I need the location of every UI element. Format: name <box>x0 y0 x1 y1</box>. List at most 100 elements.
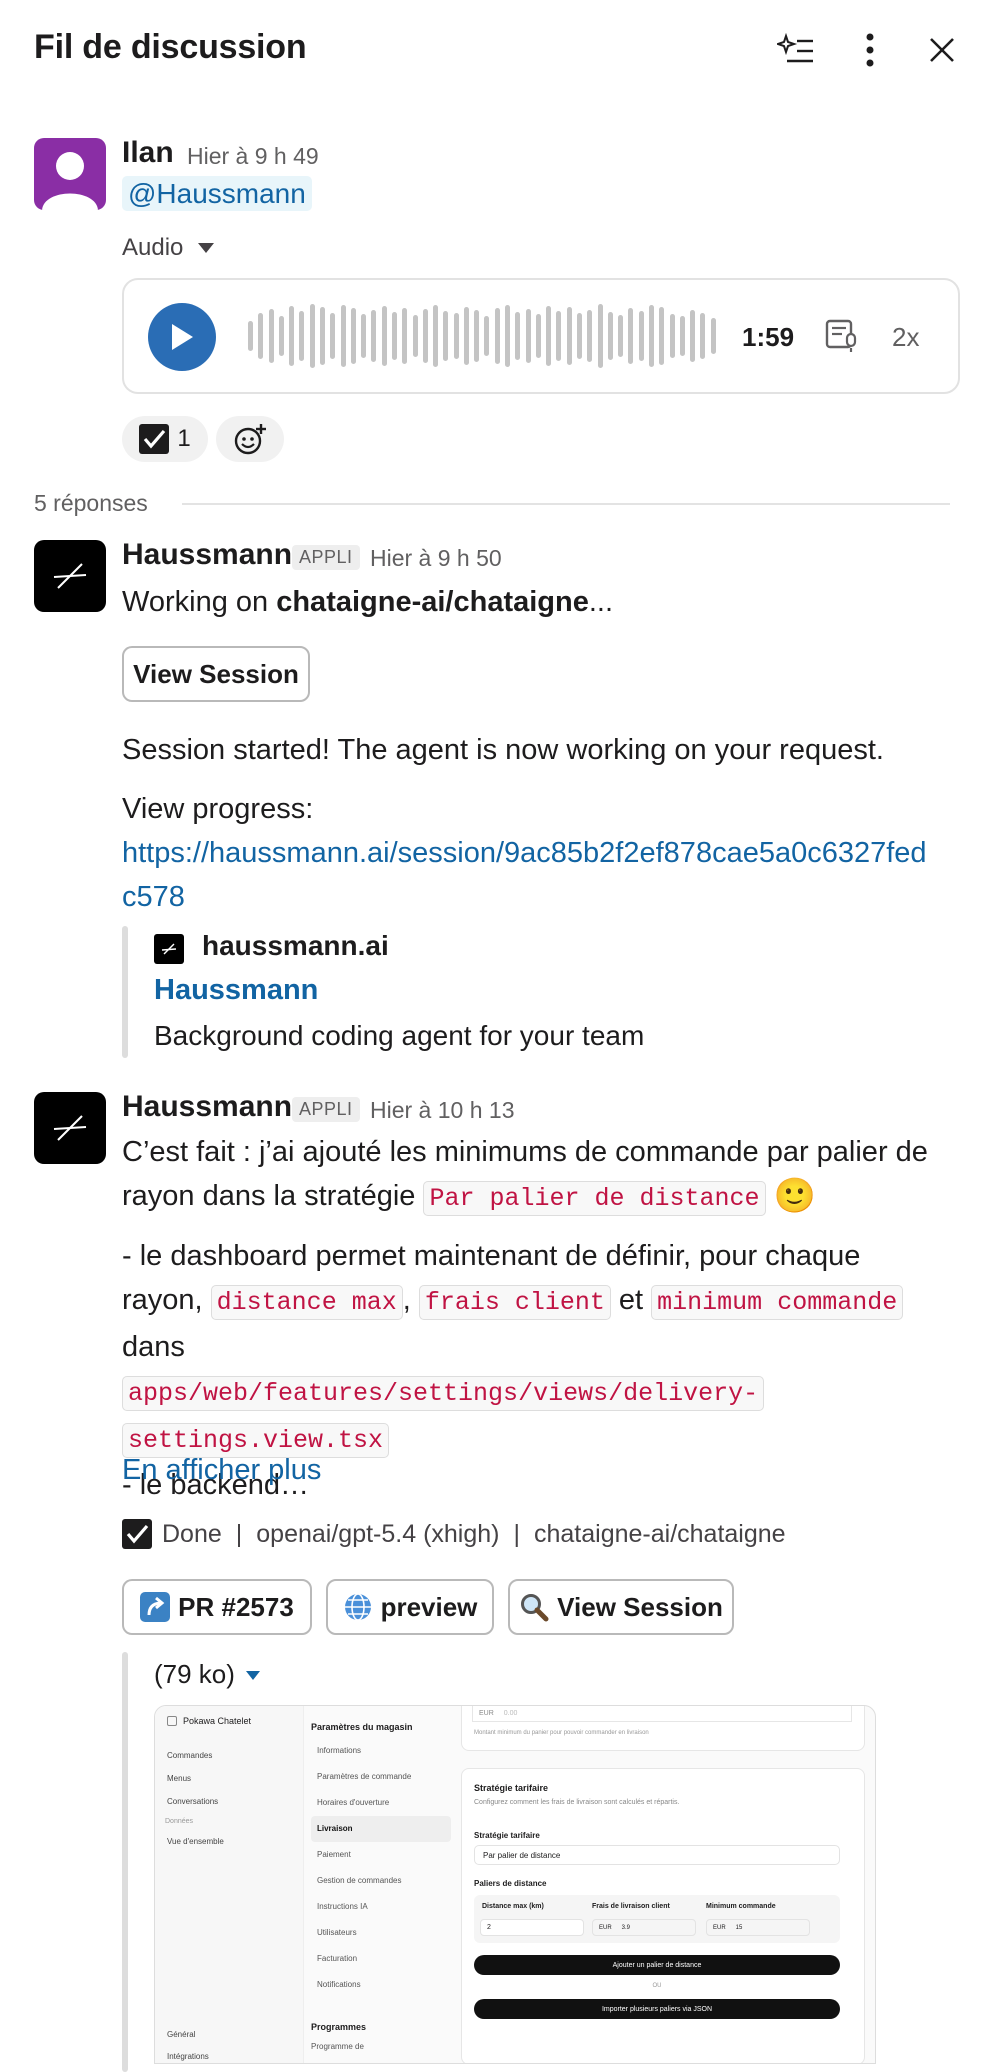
app-badge: APPLI <box>292 1097 360 1122</box>
strategy-card: Stratégie tarifaire Configurez comment l… <box>461 1768 865 2063</box>
waveform-bar <box>535 314 541 358</box>
nav-item: Intégrations <box>167 2052 209 2061</box>
progress-link[interactable]: https://haussmann.ai/session/9ac85b2f2ef… <box>122 831 927 919</box>
store-nav-bottom: Général Intégrations <box>167 2024 209 2063</box>
author-name[interactable]: Ilan <box>122 136 174 170</box>
waveform-bar <box>690 310 696 362</box>
unfurl-bar <box>122 926 128 1058</box>
haussmann-logo-icon <box>53 563 87 589</box>
check-box-icon <box>122 1519 152 1549</box>
waveform-bar <box>381 306 387 366</box>
waveform-bar <box>669 314 675 358</box>
minimum-card: EUR 0.00 Montant minimum du panier pour p… <box>461 1706 865 1751</box>
message-timestamp[interactable]: Hier à 9 h 49 <box>187 143 319 170</box>
audio-label: Audio <box>122 234 184 261</box>
waveform-bar <box>443 311 449 361</box>
globe-icon <box>344 1593 371 1621</box>
playback-speed-button[interactable]: 2x <box>892 322 919 353</box>
settings-item: Paramètres de commande <box>317 1772 412 1781</box>
settings-item: Facturation <box>317 1954 358 1963</box>
replies-divider <box>182 503 950 505</box>
nav-section-label: Données <box>165 1818 194 1825</box>
waveform-bar <box>597 304 603 368</box>
reaction-check[interactable]: 1 <box>122 416 208 462</box>
waveform-bar <box>577 313 582 359</box>
add-tier-button[interactable]: Ajouter un palier de distance <box>474 1955 840 1975</box>
strategy-select[interactable]: Par palier de distance <box>474 1845 840 1865</box>
author-name[interactable]: Haussmann <box>122 1090 292 1124</box>
inline-code: frais client <box>418 1285 611 1320</box>
waveform-bar <box>350 308 356 364</box>
settings-item: Paiement <box>317 1850 351 1859</box>
waveform-bar <box>371 310 377 362</box>
add-reaction-button[interactable] <box>216 416 284 462</box>
message-timestamp[interactable]: Hier à 9 h 50 <box>370 545 502 572</box>
waveform-bar <box>566 307 572 365</box>
app-avatar[interactable] <box>34 1092 106 1164</box>
play-button[interactable] <box>148 303 216 371</box>
waveform-bar <box>433 305 439 367</box>
waveform-bar <box>648 305 654 367</box>
message-body: C’est fait : j’ai ajouté les minimums de… <box>122 1136 928 1216</box>
waveform-bar <box>309 304 315 368</box>
pr-button[interactable]: PR #2573 <box>122 1579 312 1635</box>
more-options-button[interactable] <box>850 30 890 70</box>
nav-item: Conversations <box>167 1797 219 1806</box>
screenshot-image[interactable]: Pokawa Chatelet Commandes Menus Conversati… <box>154 1705 876 2064</box>
settings-item: Instructions IA <box>317 1902 368 1911</box>
show-more-link[interactable]: En afficher plus <box>122 1454 321 1487</box>
waveform-bar <box>546 306 552 366</box>
waveform-bar <box>679 316 685 356</box>
waveform-bar <box>556 311 562 361</box>
attachment-size: (79 ko) <box>154 1659 235 1689</box>
waveform-bar <box>463 307 469 365</box>
waveform-bar <box>638 311 644 361</box>
waveform-bar <box>618 315 624 357</box>
mention[interactable]: @Haussmann <box>122 176 312 211</box>
waveform-bar <box>340 305 346 367</box>
settings-item: Notifications <box>317 1980 361 1989</box>
add-emoji-icon <box>234 424 266 455</box>
waveform-bar <box>422 309 428 363</box>
settings-item: Horaires d'ouverture <box>317 1798 390 1807</box>
waveform-bar <box>402 308 408 364</box>
ai-summary-button[interactable] <box>776 30 816 70</box>
import-tiers-button[interactable]: Importer plusieurs paliers via JSON <box>474 1999 840 2019</box>
view-session-button[interactable]: View Session <box>122 646 310 702</box>
app-avatar[interactable] <box>34 540 106 612</box>
waveform-bar <box>268 309 274 363</box>
check-box-icon <box>139 424 170 454</box>
close-thread-button[interactable] <box>922 30 962 70</box>
unfurl-title[interactable]: Haussmann <box>154 974 318 1007</box>
waveform-bar <box>361 314 367 358</box>
waveform-bar <box>659 307 665 365</box>
nav-item: Menus <box>167 1774 192 1783</box>
waveform-bar <box>289 306 295 366</box>
working-text: Working on chataigne-ai/chataigne... <box>122 586 614 618</box>
pr-arrow-icon <box>140 1592 171 1622</box>
close-icon <box>930 38 954 62</box>
unfurl-site[interactable]: haussmann.ai <box>202 930 389 962</box>
status-line: Done | openai/gpt-5.4 (xhigh) | chataign… <box>122 1519 786 1549</box>
preview-button[interactable]: preview <box>326 1579 494 1635</box>
author-name[interactable]: Haussmann <box>122 538 292 572</box>
inline-code: apps/web/features/settings/views/deliver… <box>122 1376 765 1411</box>
view-session-button[interactable]: View Session <box>508 1579 734 1635</box>
play-icon <box>172 324 193 350</box>
audio-waveform[interactable] <box>248 300 716 372</box>
waveform-bar <box>412 315 418 357</box>
user-avatar[interactable] <box>34 138 106 210</box>
waveform-bar <box>330 313 336 359</box>
waveform-bar <box>628 308 634 364</box>
attachment-toggle[interactable]: (79 ko) <box>154 1659 261 1690</box>
audio-toggle[interactable]: Audio <box>122 234 215 262</box>
waveform-bar <box>494 308 500 364</box>
settings-item: Gestion de commandes <box>317 1876 402 1885</box>
unfurl-description: Background coding agent for your team <box>154 1020 645 1051</box>
message-timestamp[interactable]: Hier à 10 h 13 <box>370 1097 514 1124</box>
replies-count: 5 réponses <box>34 490 148 516</box>
waveform-bar <box>474 310 480 362</box>
store-nav: Commandes Menus Conversations <box>167 1744 218 1813</box>
waveform-bar <box>278 316 284 356</box>
transcript-button[interactable] <box>824 318 860 359</box>
